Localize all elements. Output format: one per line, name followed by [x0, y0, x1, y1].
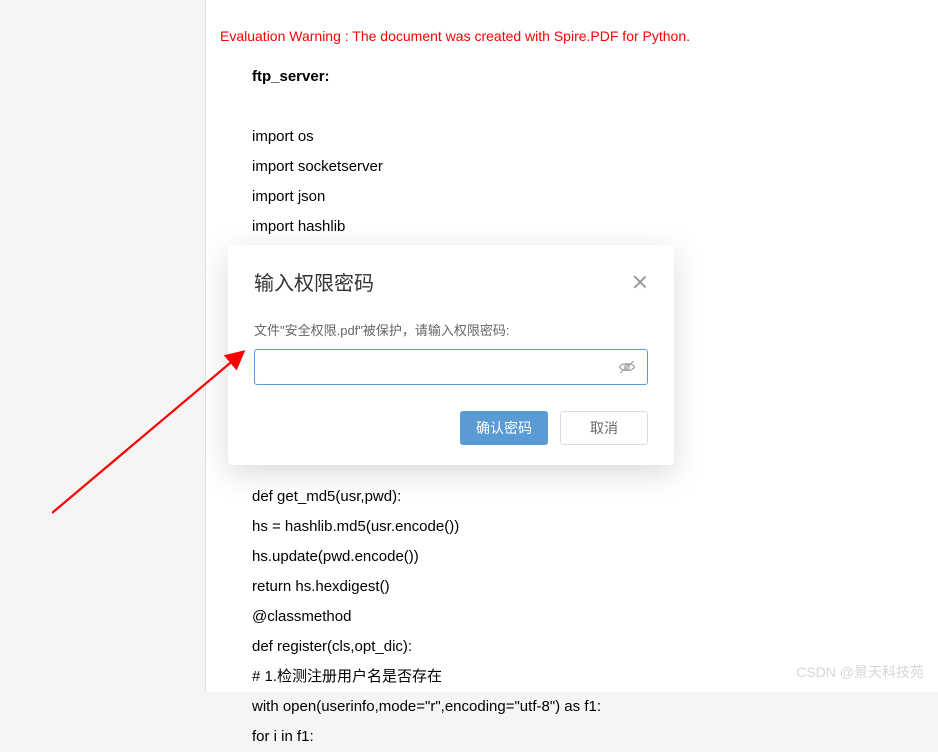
code-line: return hs.hexdigest(): [252, 572, 898, 602]
dialog-header: 输入权限密码: [254, 267, 648, 296]
code-line: import socketserver: [252, 152, 898, 182]
code-line: for i in f1:: [252, 722, 898, 752]
code-line: def get_md5(usr,pwd):: [252, 482, 898, 512]
password-dialog: 输入权限密码 文件"安全权限.pdf"被保护，请输入权限密码: 确认密码 取消: [228, 245, 674, 465]
dialog-title: 输入权限密码: [254, 267, 374, 296]
code-line: with open(userinfo,mode="r",encoding="ut…: [252, 692, 898, 722]
password-input[interactable]: [254, 349, 648, 385]
code-line: hs.update(pwd.encode()): [252, 542, 898, 572]
evaluation-warning: Evaluation Warning : The document was cr…: [220, 28, 898, 44]
code-line: hs = hashlib.md5(usr.encode()): [252, 512, 898, 542]
section-heading: ftp_server:: [252, 62, 898, 92]
code-line: import json: [252, 182, 898, 212]
code-line: import os: [252, 122, 898, 152]
dialog-description: 文件"安全权限.pdf"被保护，请输入权限密码:: [254, 320, 648, 339]
confirm-button[interactable]: 确认密码: [460, 411, 548, 445]
watermark: CSDN @景天科技苑: [796, 662, 924, 682]
code-line: @classmethod: [252, 602, 898, 632]
close-icon[interactable]: [632, 274, 648, 290]
password-field-wrap: [254, 349, 648, 385]
cancel-button[interactable]: 取消: [560, 411, 648, 445]
code-line: def register(cls,opt_dic):: [252, 632, 898, 662]
code-line: import hashlib: [252, 212, 898, 242]
dialog-buttons: 确认密码 取消: [254, 411, 648, 445]
eye-hide-icon[interactable]: [618, 360, 636, 374]
